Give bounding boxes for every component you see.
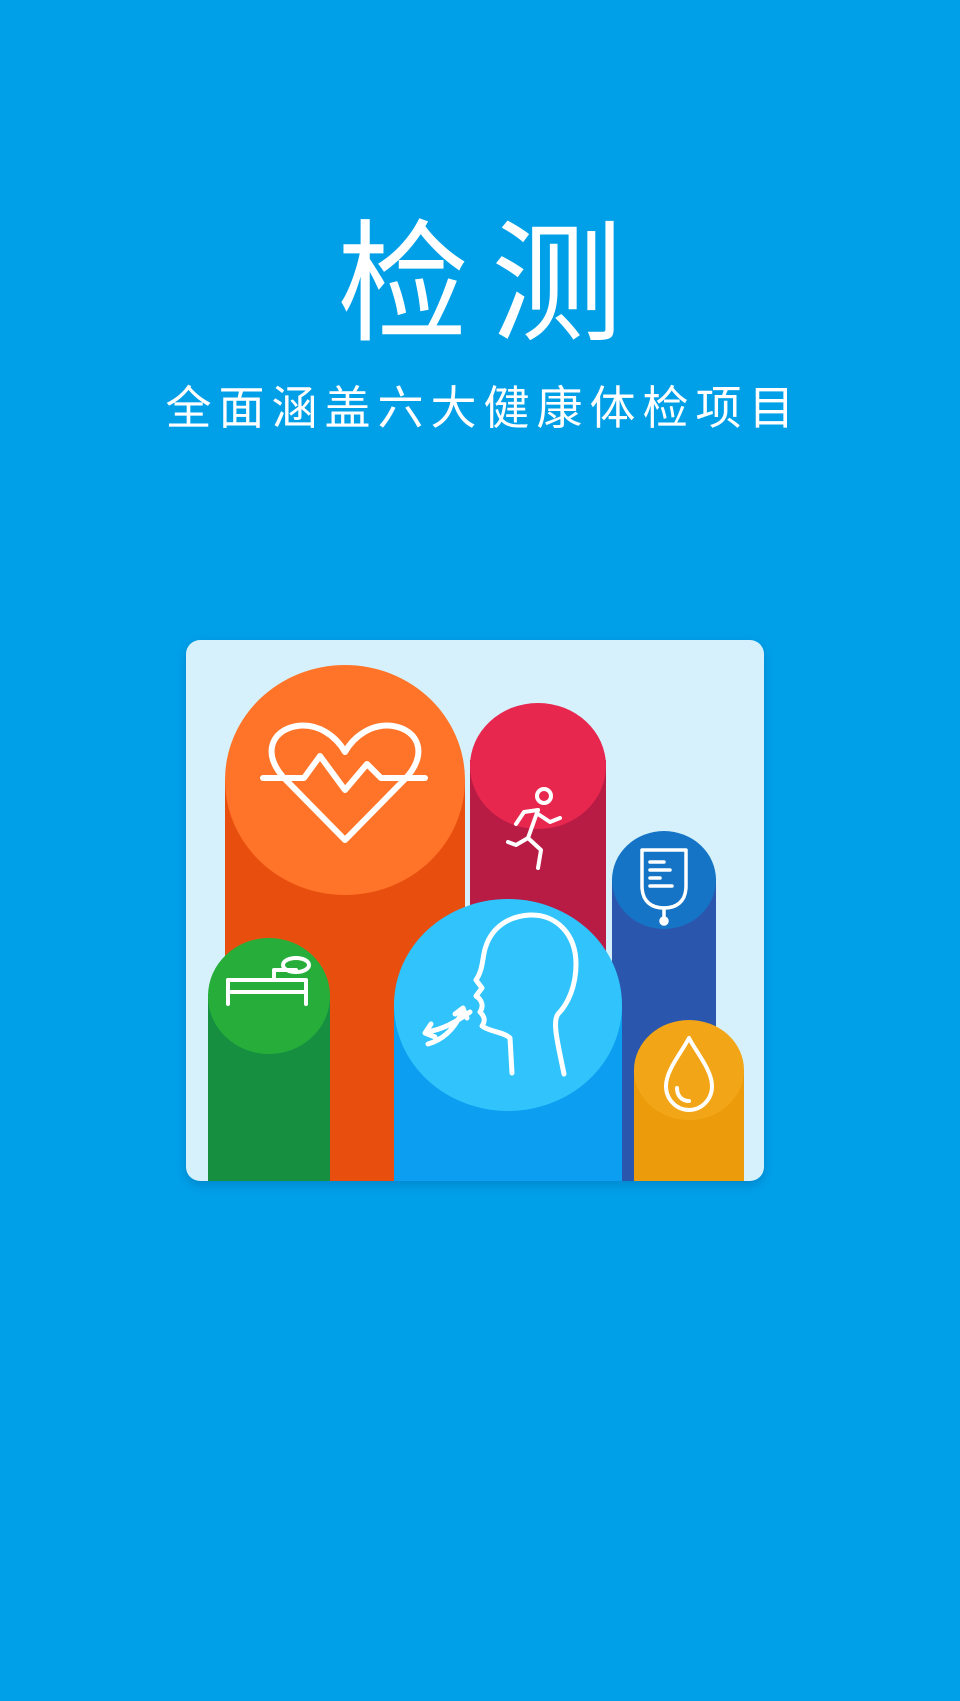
- sleep-pillar: [208, 938, 330, 1181]
- page-subtitle: 全面涵盖六大健康体检项目: [165, 381, 802, 435]
- health-checkup-illustration: [186, 640, 764, 1181]
- page-title: 检测: [337, 208, 645, 362]
